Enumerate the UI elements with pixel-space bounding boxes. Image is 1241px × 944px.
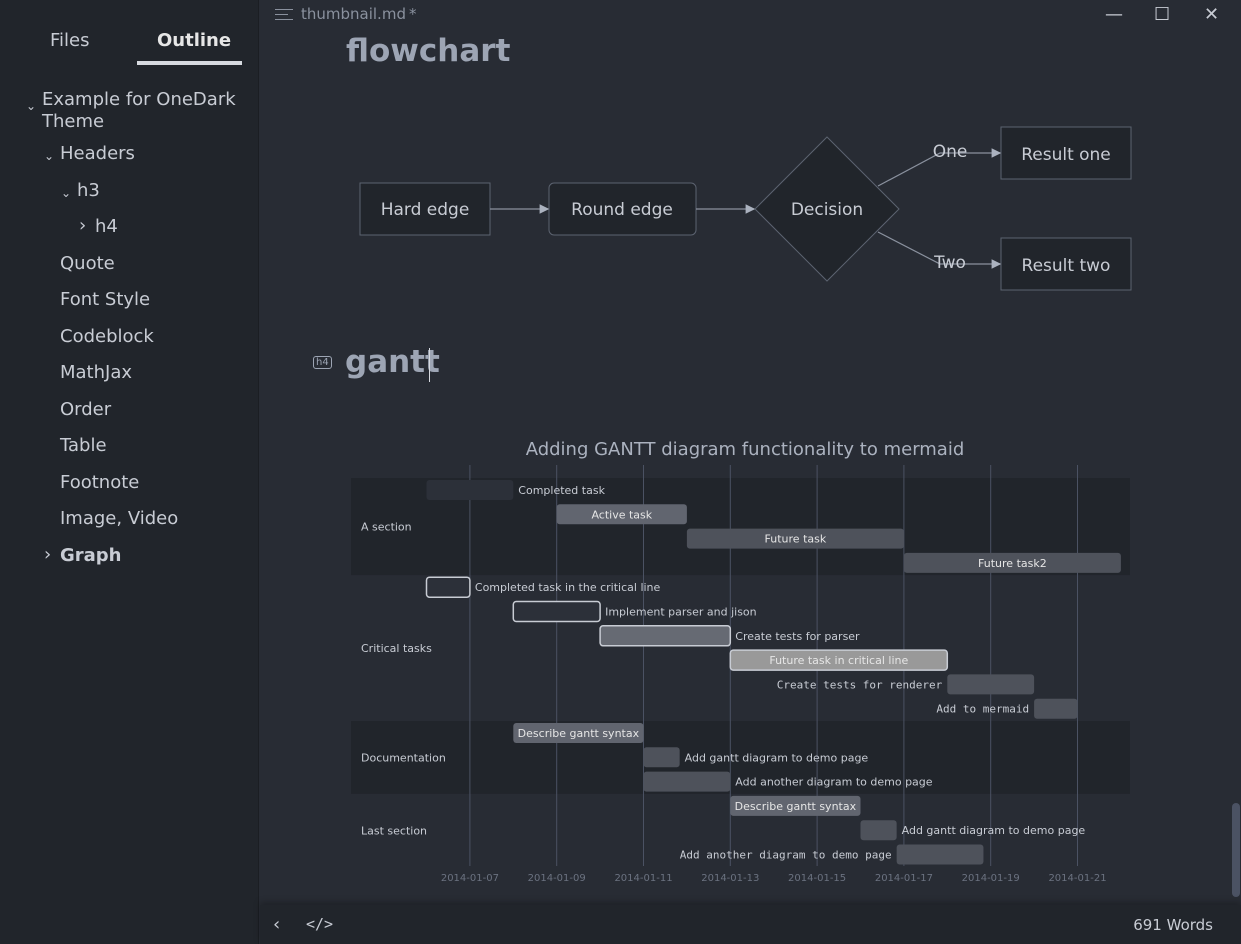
word-count[interactable]: 691 Words <box>1133 916 1213 934</box>
status-bar: ‹ </> 691 Words <box>260 905 1241 944</box>
task-bar[interactable] <box>643 747 680 768</box>
scrollbar[interactable] <box>1232 803 1240 897</box>
task-bar[interactable] <box>512 600 601 623</box>
task-label: Active task <box>591 508 652 521</box>
x-tick-label: 2014-01-07 <box>441 873 499 884</box>
section-label: Documentation <box>361 751 446 764</box>
task-bar[interactable] <box>643 771 731 792</box>
source-code-mode-icon[interactable]: </> <box>306 915 333 933</box>
task-label: Describe gantt syntax <box>735 800 857 813</box>
chart-title: Adding GANTT diagram functionality to me… <box>526 439 965 460</box>
task-bar[interactable] <box>860 820 897 841</box>
back-icon[interactable]: ‹ <box>273 914 280 935</box>
task-bar[interactable] <box>896 844 984 865</box>
task-label: Implement parser and jison <box>605 606 757 619</box>
task-label: Add another diagram to demo page <box>680 849 892 862</box>
task-label: Add gantt diagram to demo page <box>902 824 1086 837</box>
task-bar[interactable] <box>599 625 732 647</box>
x-tick-label: 2014-01-09 <box>528 873 586 884</box>
task-label: Completed task <box>518 484 605 497</box>
task-label: Add to mermaid <box>936 703 1029 716</box>
task-label: Completed task in the critical line <box>475 581 661 594</box>
task-bar[interactable] <box>426 480 514 500</box>
task-bar[interactable] <box>947 674 1035 695</box>
x-tick-label: 2014-01-15 <box>788 873 846 884</box>
task-label: Future task2 <box>978 557 1047 570</box>
section-label: Last section <box>361 824 427 837</box>
section-label: A section <box>361 521 412 534</box>
task-bar[interactable] <box>1034 698 1078 719</box>
x-tick-label: 2014-01-11 <box>614 873 672 884</box>
task-label: Add gantt diagram to demo page <box>685 751 869 764</box>
section-label: Critical tasks <box>361 642 432 655</box>
task-label: Future task in critical line <box>769 654 908 667</box>
task-label: Add another diagram to demo page <box>735 776 932 789</box>
x-tick-label: 2014-01-17 <box>875 873 933 884</box>
task-bar[interactable] <box>425 576 471 598</box>
task-label: Describe gantt syntax <box>518 727 640 740</box>
task-label: Create tests for renderer <box>777 678 943 691</box>
task-label: Future task <box>765 533 827 546</box>
gantt-chart: Adding GANTT diagram functionality to me… <box>351 439 1130 884</box>
x-tick-label: 2014-01-21 <box>1048 873 1106 884</box>
x-tick-label: 2014-01-19 <box>962 873 1020 884</box>
x-tick-label: 2014-01-13 <box>701 873 759 884</box>
task-label: Create tests for parser <box>735 630 860 643</box>
